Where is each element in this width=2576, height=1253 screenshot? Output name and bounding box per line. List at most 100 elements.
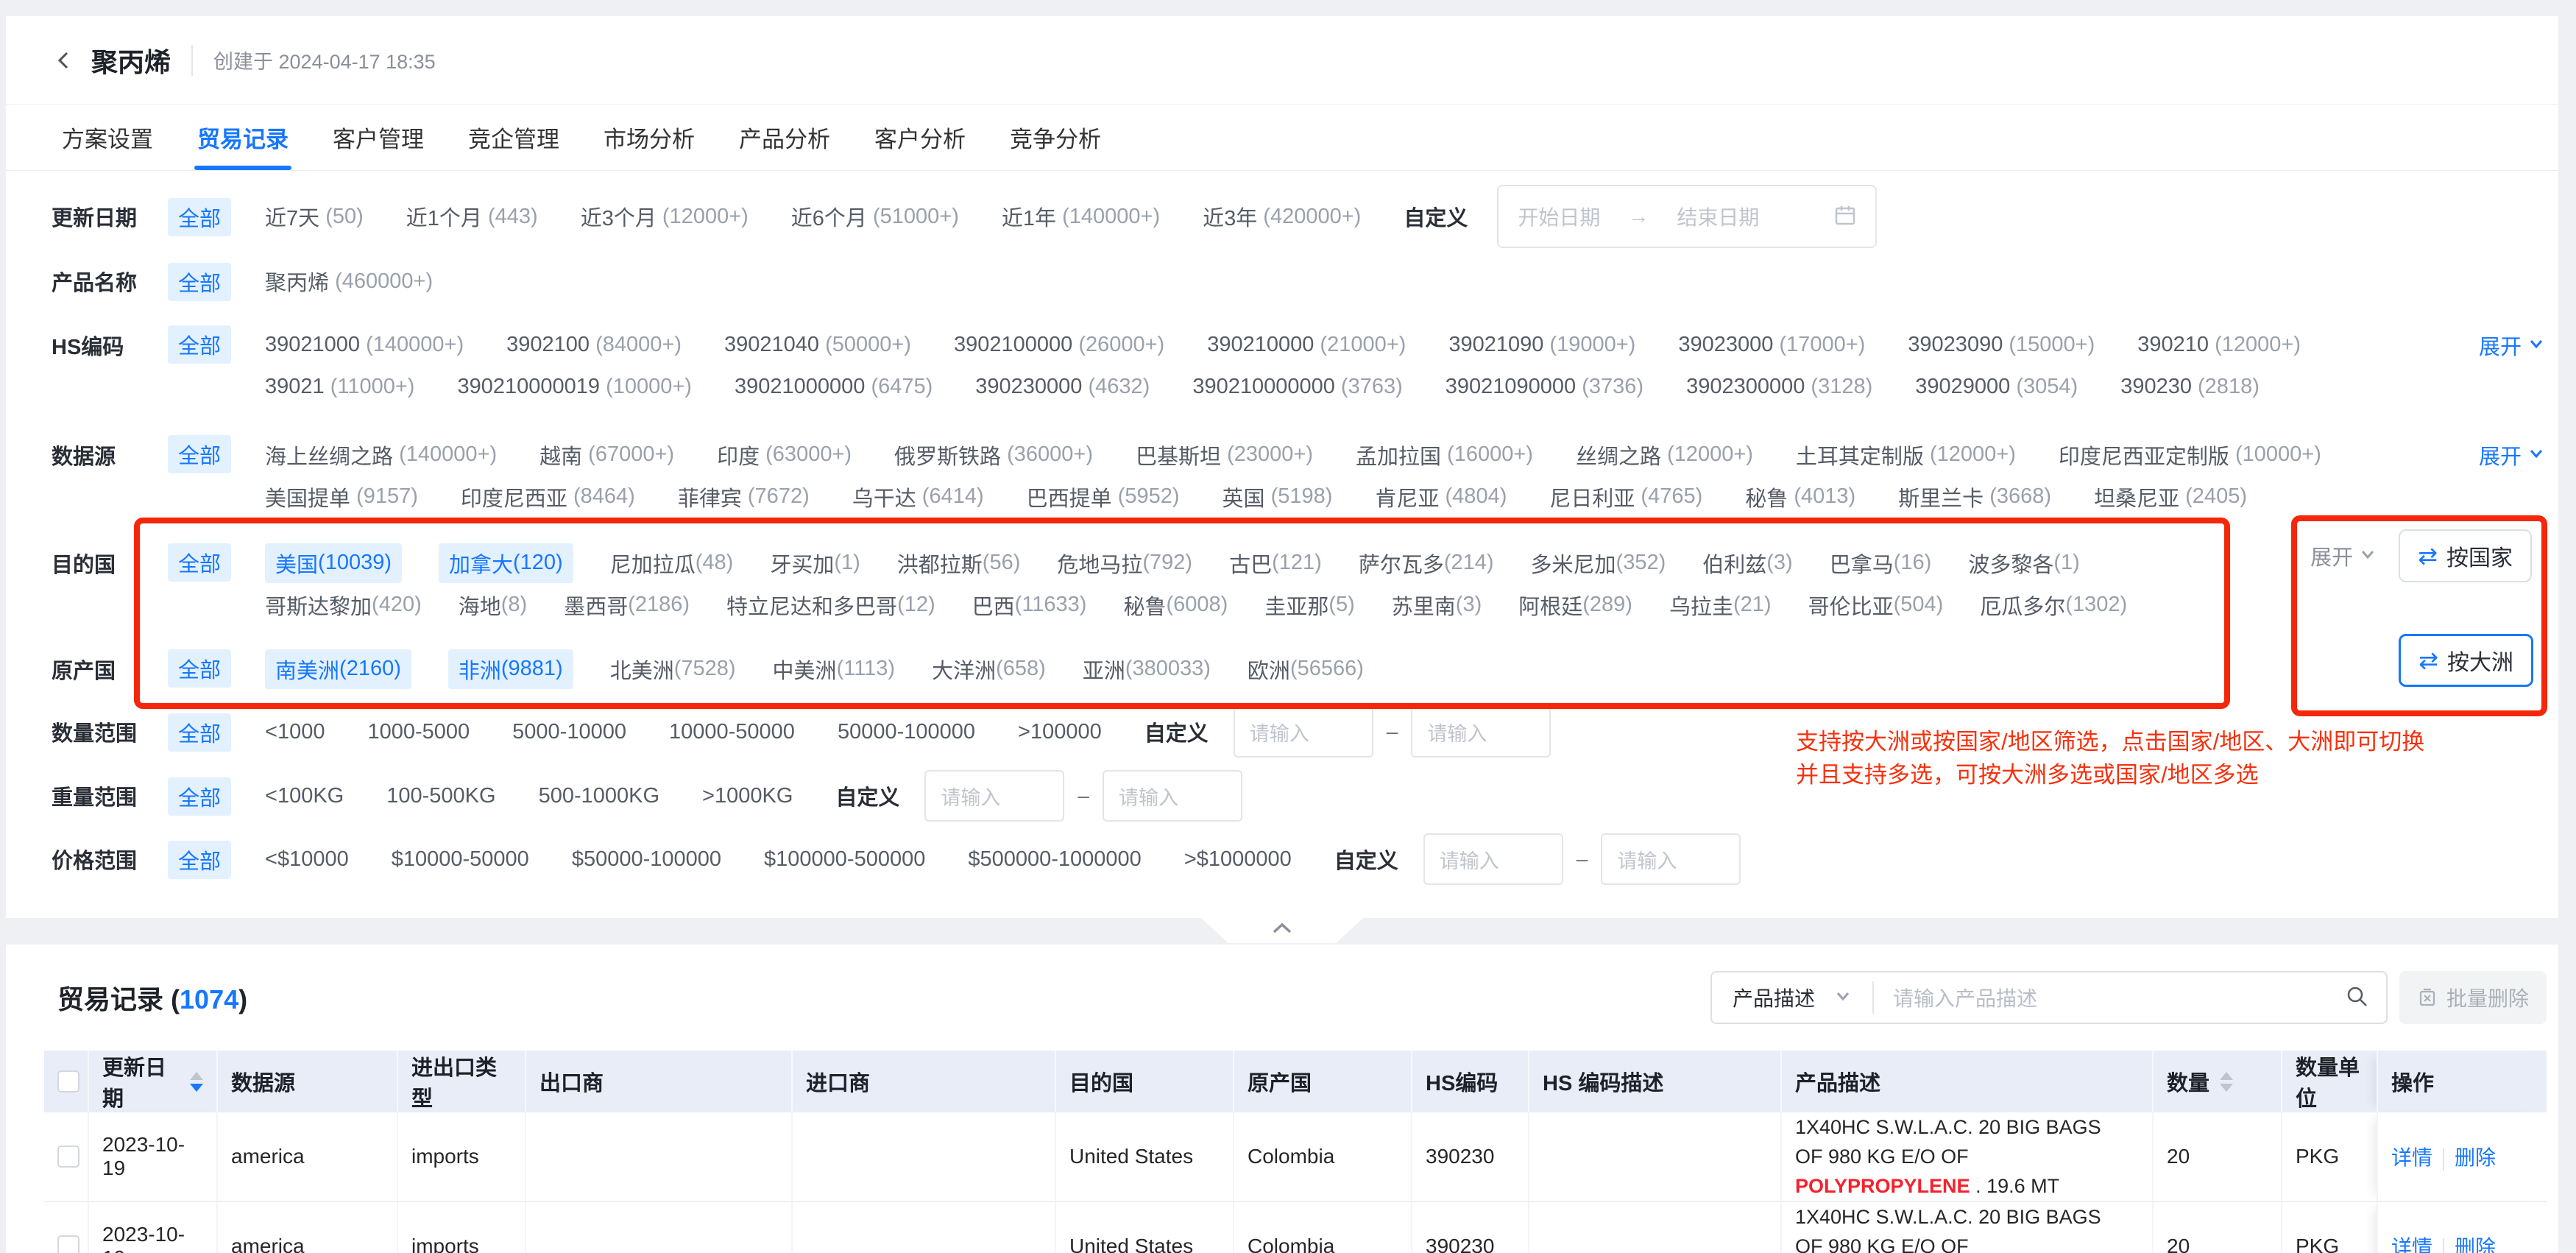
all-chip[interactable]: 全部 — [168, 713, 231, 752]
filter-option[interactable]: 390210000019 (10000+) — [457, 375, 692, 399]
sort-qty[interactable] — [2220, 1072, 2233, 1092]
all-chip[interactable]: 全部 — [168, 263, 231, 301]
all-chip[interactable]: 全部 — [168, 841, 231, 879]
tab-customer-mgmt[interactable]: 客户管理 — [328, 105, 428, 170]
filter-option[interactable]: 古巴(121) — [1229, 548, 1322, 579]
filter-option[interactable]: 大洋洲(658) — [932, 654, 1046, 685]
expand-country-link[interactable]: 展开 — [2310, 540, 2377, 571]
filter-option[interactable]: 50000-100000 — [838, 720, 975, 744]
tab-plan-settings[interactable]: 方案设置 — [57, 105, 158, 170]
all-chip[interactable]: 全部 — [168, 543, 231, 582]
filter-option[interactable]: $500000-1000000 — [968, 847, 1141, 872]
filter-option[interactable]: 巴拿马(16) — [1830, 548, 1932, 579]
filter-option[interactable]: 印度尼西亚定制版 (10000+) — [2059, 440, 2321, 470]
delete-link[interactable]: 删除 — [2455, 1146, 2496, 1169]
filter-option[interactable]: >100000 — [1018, 720, 1102, 744]
header-qty[interactable]: 数量 — [2153, 1051, 2282, 1112]
filter-option[interactable]: 39021040 (50000+) — [724, 333, 911, 357]
filter-option[interactable]: 越南 (67000+) — [539, 440, 674, 470]
all-chip[interactable]: 全部 — [168, 198, 231, 236]
filter-option[interactable]: <100KG — [265, 784, 344, 808]
price-min-input[interactable]: 请输入 — [1423, 833, 1563, 885]
filter-option[interactable]: 丝绸之路 (12000+) — [1576, 440, 1753, 470]
filter-option[interactable]: 39021090 (19000+) — [1448, 333, 1635, 357]
tab-customer-analysis[interactable]: 客户分析 — [870, 105, 970, 170]
filter-option[interactable]: 近3年 (420000+) — [1203, 201, 1361, 232]
filter-option[interactable]: 欧洲(56566) — [1248, 654, 1364, 685]
filter-option[interactable]: 39023090 (15000+) — [1908, 333, 2095, 357]
sort-update-date[interactable] — [190, 1072, 203, 1092]
filter-option[interactable]: 近3个月 (12000+) — [581, 201, 749, 232]
filter-option[interactable]: 500-1000KG — [539, 784, 659, 808]
filter-option[interactable]: 390210 (12000+) — [2137, 333, 2301, 357]
all-chip[interactable]: 全部 — [168, 325, 231, 364]
filter-option[interactable]: 海地(8) — [459, 590, 527, 621]
batch-delete-button[interactable]: 批量删除 — [2399, 971, 2547, 1024]
filter-option[interactable]: 美国提单 (9157) — [265, 481, 418, 512]
custom-option[interactable]: 自定义 — [1404, 201, 1468, 232]
custom-option[interactable]: 自定义 — [1144, 716, 1209, 747]
filter-option[interactable]: 39021090000 (3736) — [1446, 375, 1643, 399]
filter-option[interactable]: 亚洲(380033) — [1083, 654, 1211, 685]
search-icon[interactable] — [2345, 984, 2368, 1012]
date-range-picker[interactable]: 开始日期 → 结束日期 — [1497, 185, 1877, 248]
filter-option[interactable]: 秘鲁(6008) — [1123, 590, 1228, 621]
filter-option[interactable]: <$10000 — [265, 847, 349, 872]
filter-option[interactable]: 哥伦比亚(504) — [1808, 590, 1944, 621]
by-continent-button[interactable]: ⇄ 按大洲 — [2399, 634, 2533, 687]
filter-option[interactable]: 坦桑尼亚 (2405) — [2094, 481, 2247, 512]
filter-option[interactable]: >1000KG — [702, 784, 793, 808]
filter-option[interactable]: 加拿大(120) — [439, 543, 573, 583]
filter-option[interactable]: 聚丙烯 (460000+) — [265, 266, 433, 297]
filter-option[interactable]: 390230000 (4632) — [975, 375, 1150, 399]
custom-option[interactable]: 自定义 — [1334, 844, 1398, 875]
filter-option[interactable]: >$1000000 — [1184, 847, 1292, 872]
qty-max-input[interactable]: 请输入 — [1411, 706, 1551, 758]
filter-option[interactable]: 3902100 (84000+) — [506, 333, 682, 357]
filter-option[interactable]: 牙买加(1) — [770, 548, 860, 579]
filter-option[interactable]: 巴西提单 (5952) — [1027, 481, 1180, 512]
filter-option[interactable]: 乌拉圭(21) — [1669, 590, 1772, 621]
row-checkbox[interactable] — [57, 1235, 79, 1253]
search-input[interactable]: 请输入产品描述 — [1874, 983, 2345, 1012]
filter-option[interactable]: 圭亚那(5) — [1264, 590, 1354, 621]
custom-option[interactable]: 自定义 — [835, 780, 899, 811]
tab-market-analysis[interactable]: 市场分析 — [599, 105, 699, 170]
tab-product-analysis[interactable]: 产品分析 — [735, 105, 835, 170]
filter-option[interactable]: 巴西(11633) — [972, 590, 1087, 621]
all-chip[interactable]: 全部 — [168, 649, 231, 688]
filter-option[interactable]: 菲律宾 (7672) — [678, 481, 810, 512]
filter-option[interactable]: 秘鲁 (4013) — [1745, 481, 1855, 512]
back-icon[interactable] — [54, 51, 74, 70]
filter-option[interactable]: 近1个月 (443) — [406, 201, 538, 232]
filter-option[interactable]: 波多黎各(1) — [1968, 548, 2079, 579]
filter-option[interactable]: 墨西哥(2186) — [564, 590, 690, 621]
filter-option[interactable]: 俄罗斯铁路 (36000+) — [894, 440, 1093, 470]
filter-option[interactable]: $100000-500000 — [764, 847, 925, 872]
filter-option[interactable]: 中美洲(1113) — [773, 654, 896, 685]
filter-option[interactable]: 390230 (2818) — [2120, 375, 2260, 399]
filter-option[interactable]: 多米尼加(352) — [1531, 548, 1666, 579]
filter-option[interactable]: 390210000000 (3763) — [1192, 375, 1402, 399]
by-country-button[interactable]: ⇄ 按国家 — [2399, 529, 2532, 582]
filter-option[interactable]: 英国 (5198) — [1222, 481, 1333, 512]
filter-option[interactable]: 萨尔瓦多(214) — [1359, 548, 1494, 579]
filter-option[interactable]: 印度尼西亚 (8464) — [461, 481, 635, 512]
filter-option[interactable]: 非洲(9881) — [448, 649, 573, 689]
filter-option[interactable]: 39021000000 (6475) — [735, 375, 933, 399]
filter-option[interactable]: 洪都拉斯(56) — [897, 548, 1021, 579]
detail-link[interactable]: 详情 — [2391, 1236, 2432, 1253]
filter-option[interactable]: 苏里南(3) — [1392, 590, 1482, 621]
filter-option[interactable]: 乌干达 (6414) — [852, 481, 984, 512]
price-max-input[interactable]: 请输入 — [1601, 833, 1741, 885]
weight-min-input[interactable]: 请输入 — [924, 770, 1064, 822]
filter-option[interactable]: 孟加拉国 (16000+) — [1356, 440, 1533, 470]
filter-option[interactable]: 肯尼亚 (4804) — [1375, 481, 1507, 512]
filter-option[interactable]: 39029000 (3054) — [1915, 375, 2078, 399]
all-chip[interactable]: 全部 — [168, 435, 231, 473]
select-all-checkbox[interactable] — [57, 1070, 79, 1093]
filter-option[interactable]: 海上丝绸之路 (140000+) — [265, 440, 497, 470]
filter-option[interactable]: 尼加拉瓜(48) — [610, 548, 734, 579]
filter-option[interactable]: 北美洲(7528) — [610, 654, 736, 685]
expand-hs-link[interactable]: 展开 — [2479, 330, 2545, 361]
